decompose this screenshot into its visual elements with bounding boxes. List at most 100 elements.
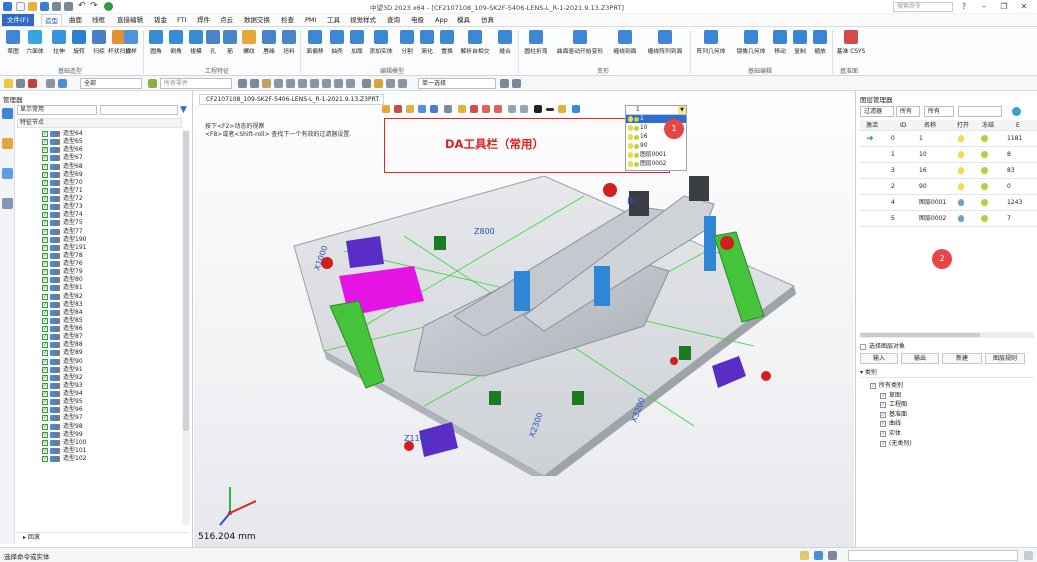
menu-file[interactable]: 文件(F) (2, 14, 34, 26)
split-button[interactable]: 分割 (398, 30, 416, 60)
checkbox[interactable]: ✓ (42, 244, 48, 251)
stock-button[interactable]: 坯料 (280, 30, 298, 60)
status-grid-icon[interactable] (828, 551, 837, 560)
bulb-icon[interactable] (958, 131, 964, 147)
tree-item[interactable]: ✓ 造型101 (17, 447, 182, 455)
menu-query[interactable]: 查询 (384, 14, 403, 26)
fillet-button[interactable]: 圆角 (147, 30, 165, 60)
tree-item[interactable]: ✓ 造型85 (17, 317, 182, 325)
tree-item[interactable]: ✓ 造型90 (17, 358, 182, 366)
layer-row[interactable]: 4 图层0001 1243 (860, 195, 1037, 211)
graphics-viewport[interactable]: CF2107108_109-SK2F-5406-LENS-L_R-1-2021.… (194, 91, 854, 547)
da-hide-icon[interactable] (494, 105, 502, 113)
checkbox[interactable]: ✓ (42, 252, 48, 259)
mirror-geometry-button[interactable]: 镜像几何体 (734, 30, 768, 60)
menu-simulation[interactable]: 仿真 (478, 14, 497, 26)
da-layer-icon[interactable] (572, 105, 580, 113)
loft-button[interactable]: 放样 (122, 30, 140, 60)
tree-item[interactable]: ✓ 造型95 (17, 398, 182, 406)
axis-icon[interactable] (346, 79, 355, 88)
hole-button[interactable]: 孔 (206, 30, 220, 60)
tree-item[interactable]: ✓ 造型64 (17, 130, 182, 138)
layer-tool-icon[interactable] (58, 79, 67, 88)
pick-icon[interactable] (28, 79, 37, 88)
da-render-icon[interactable] (458, 105, 466, 113)
tree-item[interactable]: ✓ 造型94 (17, 390, 182, 398)
body-icon[interactable] (298, 79, 307, 88)
checkbox[interactable]: ✓ (42, 139, 48, 146)
tree-item[interactable]: ✓ 造型69 (17, 171, 182, 179)
tree-item[interactable]: ✓ 造型100 (17, 439, 182, 447)
tree-item[interactable]: ✓ 造型68 (17, 163, 182, 171)
tree-item[interactable]: ✓ 造型79 (17, 268, 182, 276)
extrude-button[interactable]: 拉伸 (50, 30, 68, 60)
checkbox[interactable]: ✓ (42, 228, 48, 235)
help-icon[interactable]: ? (958, 1, 970, 12)
status-tool-icon[interactable] (800, 551, 809, 560)
checkbox[interactable]: ✓ (42, 374, 48, 381)
tree-item[interactable]: ✓ 造型77 (17, 228, 182, 236)
category-item[interactable]: ✓ 实体 (860, 429, 1034, 439)
menu-visual-style[interactable]: 视觉样式 (347, 14, 379, 26)
plane-icon[interactable] (334, 79, 343, 88)
property-tab-icon[interactable] (2, 198, 13, 209)
filter-combo-all[interactable]: 全部 (80, 78, 142, 89)
menu-modeling[interactable]: 造型 (41, 14, 62, 26)
checkbox[interactable]: ✓ (880, 430, 886, 437)
simplify-button[interactable]: 简化 (418, 30, 436, 60)
da-zoom-icon[interactable] (406, 105, 414, 113)
select-type-icon[interactable] (362, 79, 371, 88)
checkbox[interactable]: ✓ (42, 317, 48, 324)
menu-electrode[interactable]: 电极 (408, 14, 427, 26)
layer-row[interactable]: 3 16 83 (860, 163, 1037, 179)
search-command-input[interactable]: 搜索命令 (893, 2, 953, 12)
menu-pmi[interactable]: PMI (302, 14, 319, 26)
face-offset-button[interactable]: 面偏移 (304, 30, 326, 60)
lasso-icon[interactable] (386, 79, 395, 88)
face-icon[interactable] (286, 79, 295, 88)
checkbox[interactable]: ✓ (42, 456, 48, 462)
tree-item[interactable]: ✓ 造型99 (17, 431, 182, 439)
layer-filter-combo-2[interactable]: 所有 (924, 106, 954, 117)
rib-button[interactable]: 筋 (223, 30, 237, 60)
box-select-icon[interactable] (398, 79, 407, 88)
snap-icon[interactable] (238, 79, 247, 88)
checkbox[interactable]: ✓ (42, 204, 48, 211)
menu-surface[interactable]: 曲面 (66, 14, 85, 26)
tree-item[interactable]: ✓ 造型75 (17, 219, 182, 227)
menu-tools[interactable]: 工具 (324, 14, 343, 26)
thread-button[interactable]: 螺纹 (240, 30, 258, 60)
tree-item[interactable]: ✓ 造型96 (17, 406, 182, 414)
new-file-icon[interactable] (16, 2, 25, 11)
menu-sheetmetal[interactable]: 钣金 (151, 14, 170, 26)
rollback-node[interactable]: ▸ 回滚 (17, 532, 189, 542)
thicken-button[interactable]: 加厚 (348, 30, 366, 60)
checkbox[interactable]: ✓ (42, 407, 48, 414)
checkbox[interactable]: ✓ (42, 382, 48, 389)
da-color-icon[interactable] (558, 105, 566, 113)
tree-item[interactable]: ✓ 造型70 (17, 179, 182, 187)
status-view-icon[interactable] (814, 551, 823, 560)
freeze-dot-icon[interactable] (981, 211, 988, 227)
new-layer-button[interactable]: 新建 (942, 353, 982, 364)
bulb-icon[interactable] (958, 163, 964, 179)
checkbox[interactable]: ✓ (42, 171, 48, 178)
manager-filter-input[interactable] (100, 105, 178, 115)
wrap-pattern-button[interactable]: 缠绕阵列到面 (644, 30, 686, 60)
checkbox[interactable]: ✓ (880, 392, 886, 399)
checkbox[interactable]: ✓ (42, 212, 48, 219)
tree-item[interactable]: ✓ 造型76 (17, 260, 182, 268)
da-view-icon[interactable] (430, 105, 438, 113)
freeze-dot-icon[interactable] (981, 131, 988, 147)
checkbox[interactable]: ✓ (42, 326, 48, 332)
datum-csys-button[interactable]: 基准 CSYS (836, 30, 866, 60)
freeze-dot-icon[interactable] (981, 179, 988, 195)
da-box-icon[interactable] (508, 105, 516, 113)
tree-item[interactable]: ✓ 造型102 (17, 455, 182, 463)
checkbox[interactable]: ✓ (880, 421, 886, 428)
fixture-model[interactable]: X1000 Z800 Z1100 X2300 X3200 RL (284, 176, 804, 476)
checkbox[interactable]: ✓ (42, 236, 48, 243)
checkbox[interactable]: ✓ (42, 131, 48, 137)
checkbox[interactable]: ✓ (42, 261, 48, 267)
menu-weldment[interactable]: 焊件 (194, 14, 213, 26)
